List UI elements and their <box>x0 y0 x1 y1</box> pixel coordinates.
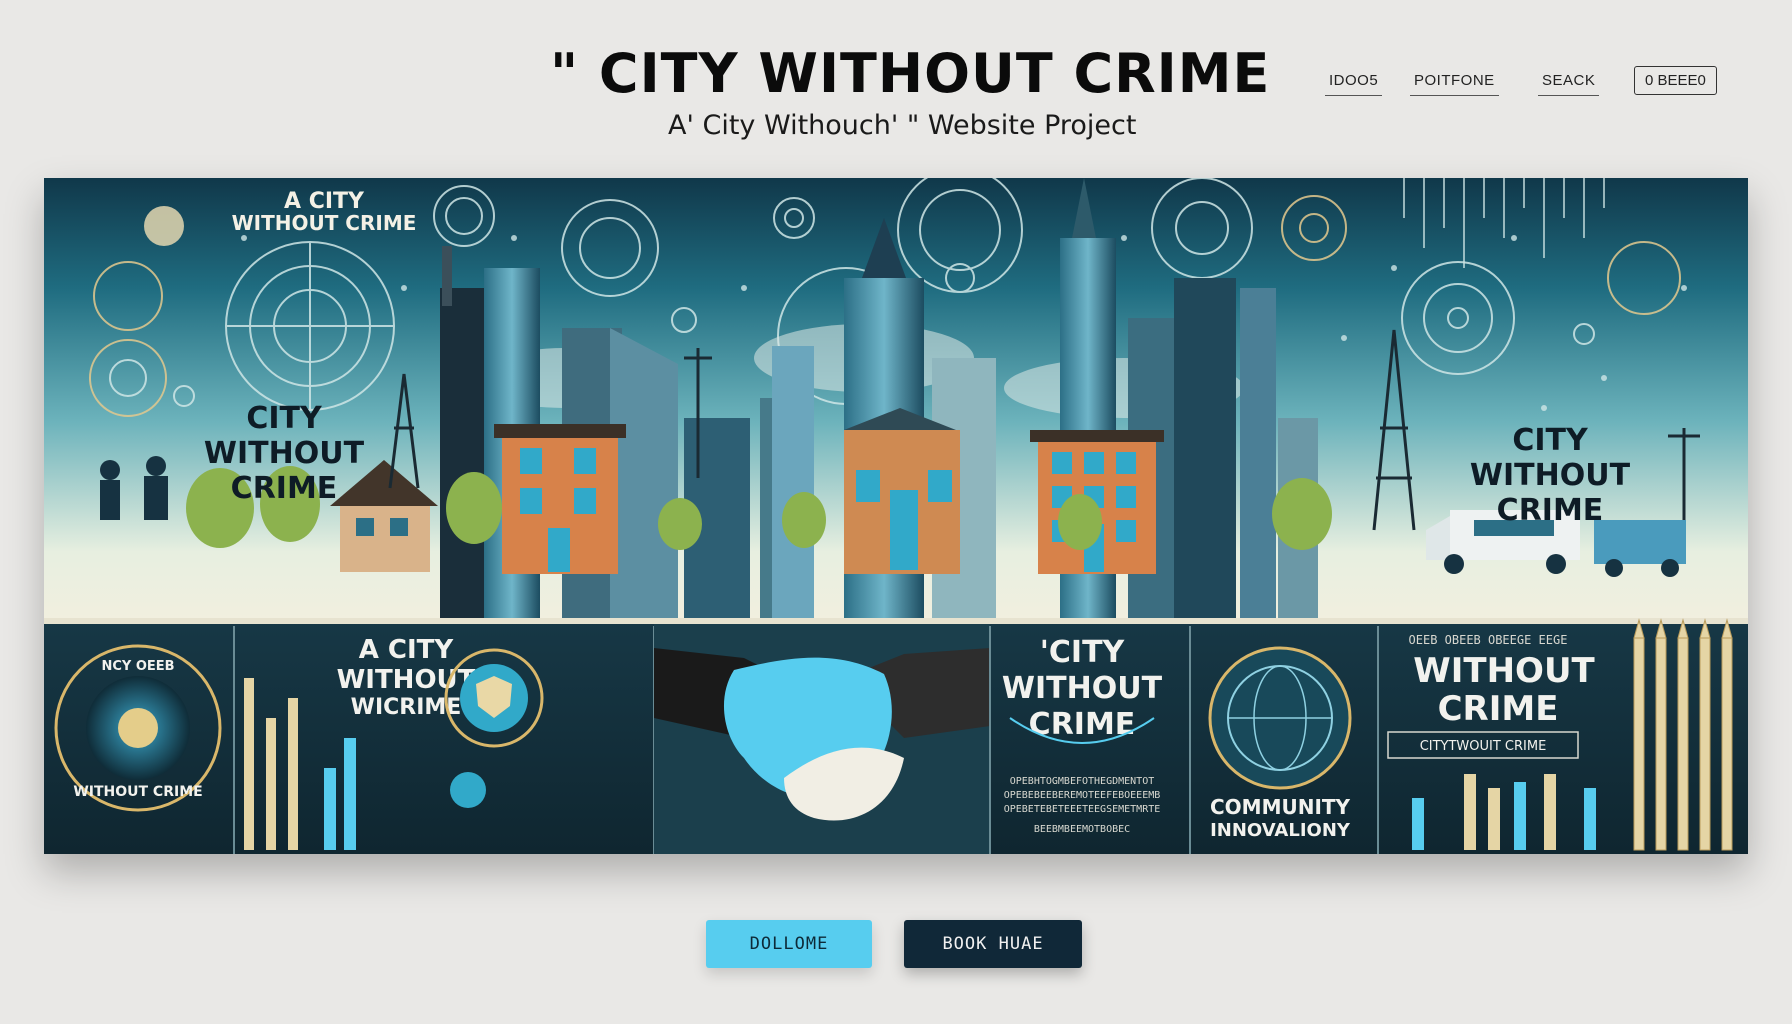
panel-text: OPEBETEBETEEETEEGSEMETMRTE <box>1004 804 1161 815</box>
banner-text: WITHOUT <box>204 436 365 471</box>
panel-text: CITYTWOUIT CRIME <box>1420 739 1547 754</box>
nav-item-3[interactable]: SEACK <box>1538 66 1600 96</box>
panel-text: COMMUNITY <box>1210 795 1351 819</box>
panel-text: CRIME <box>1438 689 1559 729</box>
nav-item-2[interactable]: POITFONE <box>1410 66 1499 96</box>
nav-button[interactable]: 0 BEEE0 <box>1634 66 1717 95</box>
panel-text: OPEBHTOGMBEFOTHEGDMENTOT <box>1010 776 1155 787</box>
hero-banner: A CITY WITHOUT CRIME CITY WITHOUT CRIME … <box>44 178 1748 854</box>
panel-text: WITHOUT CRIME <box>73 784 202 800</box>
globe-icon: COMMUNITY INNOVALIONY <box>1208 646 1352 841</box>
banner-text: CRIME <box>1497 493 1604 528</box>
panel-text: OEEB OBEEB OBEEGE EEGE <box>1409 633 1568 647</box>
nav-item-1[interactable]: IDOO5 <box>1325 66 1383 96</box>
page-title: " CITY WITHOUT CRIME <box>550 42 1271 105</box>
panel-text: A CITY <box>359 635 455 665</box>
panel-text: OPEBEBEEBEREMOTEEFEBOEEEMB <box>1004 790 1161 801</box>
panel-text: 'CITY <box>1040 635 1126 670</box>
banner-text: WITHOUT CRIME <box>232 211 417 235</box>
primary-cta-button[interactable]: DOLLOME <box>706 920 872 968</box>
handshake-icon <box>654 624 990 854</box>
banner-text: WITHOUT <box>1470 458 1631 493</box>
banner-text: CRIME <box>231 471 338 506</box>
panel-text: WITHOUT <box>1413 651 1595 691</box>
banner-text: CITY <box>246 401 323 436</box>
panel-text: WITHOUT <box>1002 671 1163 706</box>
panel-text: BEEBMBEEMOTBOBEC <box>1034 824 1130 835</box>
banner-text: CITY <box>1512 423 1589 458</box>
book-button[interactable]: BOOK HUAE <box>904 920 1082 968</box>
panel-text: INNOVALIONY <box>1210 820 1351 841</box>
panel-text: NCY OEEB <box>101 659 174 674</box>
page-subtitle: A' City Withouch' " Website Project <box>668 110 1137 141</box>
